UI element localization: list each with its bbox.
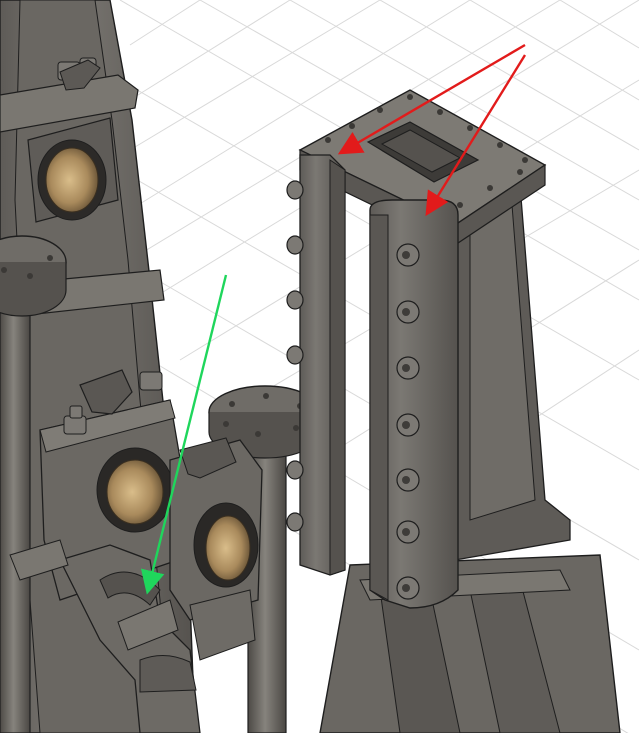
cad-3d-scene[interactable] bbox=[0, 0, 639, 733]
cad-viewport[interactable] bbox=[0, 0, 639, 733]
right-guide-column[interactable] bbox=[286, 89, 621, 733]
